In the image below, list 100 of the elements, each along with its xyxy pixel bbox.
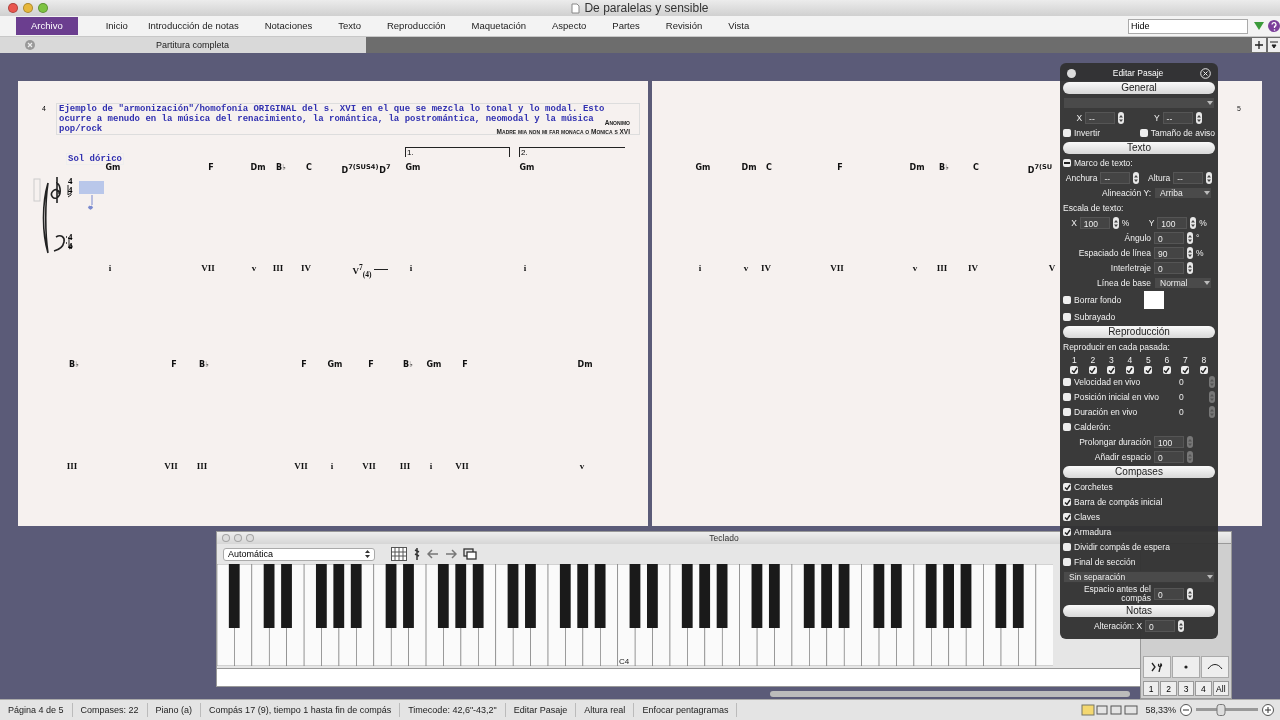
input-field[interactable]: 0: [1145, 620, 1176, 632]
ribbon-tab[interactable]: Partes: [612, 17, 640, 35]
ribbon-tab[interactable]: Maquetación: [471, 17, 526, 35]
checkbox[interactable]: [1063, 528, 1071, 536]
grid-icon[interactable]: [391, 547, 407, 561]
stepper-button[interactable]: [1133, 172, 1140, 184]
stepper-button[interactable]: [1190, 217, 1197, 229]
checkbox[interactable]: [1088, 366, 1097, 374]
checkbox[interactable]: [1063, 393, 1071, 401]
input-field[interactable]: 0: [1154, 232, 1184, 244]
stepper-button[interactable]: [1187, 247, 1193, 259]
keypad-layout-button[interactable]: 2: [1160, 681, 1177, 696]
dropdown[interactable]: Arriba: [1154, 187, 1212, 199]
checkbox[interactable]: [1181, 366, 1190, 374]
checkbox[interactable]: [1063, 378, 1071, 386]
stepper-button[interactable]: [1178, 620, 1185, 632]
ribbon-tab[interactable]: Reproducción: [386, 17, 446, 35]
menu-icon[interactable]: [1268, 38, 1280, 52]
input-field[interactable]: --: [1100, 172, 1131, 184]
windows-icon[interactable]: [463, 548, 477, 560]
stepper-button[interactable]: [1187, 232, 1193, 244]
stepper-button[interactable]: [1206, 172, 1213, 184]
section-header[interactable]: General: [1063, 82, 1215, 94]
close-icon[interactable]: [1200, 67, 1211, 79]
stepper-button[interactable]: [1187, 588, 1193, 600]
close-window-button[interactable]: [8, 3, 18, 13]
ribbon-tab[interactable]: Notaciones: [264, 17, 313, 35]
tie-key[interactable]: [1201, 656, 1229, 678]
status-item: Compás 17 (9), tiempo 1 hasta fin de compás: [201, 703, 401, 717]
checkbox[interactable]: [1144, 366, 1153, 374]
chord-symbol: Dm: [741, 163, 757, 172]
input-field[interactable]: 0: [1176, 391, 1206, 403]
input-field[interactable]: 0: [1154, 451, 1184, 463]
triangle-icon[interactable]: [1254, 22, 1264, 30]
slider-thumb[interactable]: [1216, 704, 1226, 716]
ribbon-tab[interactable]: Aspecto: [552, 17, 587, 35]
checkbox[interactable]: [1162, 366, 1171, 374]
ribbon-tab[interactable]: Vista: [728, 17, 750, 35]
keypad-layout-button[interactable]: 4: [1195, 681, 1212, 696]
zoom-window-button[interactable]: [38, 3, 48, 13]
piano-keyboard-drawing[interactable]: [217, 564, 1054, 666]
help-icon[interactable]: [1268, 20, 1280, 32]
ribbon-tab[interactable]: Introducción de notas: [147, 17, 239, 35]
rest-key[interactable]: [1143, 656, 1171, 678]
zoom-in-icon[interactable]: [1262, 704, 1274, 716]
input-field[interactable]: --: [1085, 112, 1116, 124]
input-field[interactable]: 100: [1154, 436, 1184, 448]
input-field[interactable]: --: [1173, 172, 1204, 184]
checkbox[interactable]: [1139, 129, 1148, 137]
roman-numeral: VII: [201, 263, 215, 273]
arrow-left-icon[interactable]: [427, 549, 439, 559]
ribbon-tab[interactable]: Revisión: [665, 17, 703, 35]
checkbox[interactable]: [1125, 366, 1134, 374]
mode-dropdown[interactable]: Automática: [223, 547, 375, 561]
keypad-layout-button[interactable]: 3: [1177, 681, 1195, 696]
arrow-right-icon[interactable]: [445, 549, 457, 559]
checkbox[interactable]: [1063, 558, 1071, 566]
input-field[interactable]: 0: [1176, 376, 1206, 388]
stepper-button[interactable]: [1195, 112, 1202, 124]
input-field[interactable]: 100: [1079, 217, 1110, 229]
checkbox[interactable]: [1063, 543, 1071, 551]
plus-icon[interactable]: [1252, 38, 1266, 52]
keypad-layout-button[interactable]: 1: [1143, 681, 1160, 696]
ribbon-tab[interactable]: Texto: [338, 17, 361, 35]
input-field[interactable]: 0: [1176, 406, 1206, 418]
checkbox[interactable]: [1063, 313, 1071, 321]
checkbox[interactable]: [1199, 366, 1208, 374]
checkbox[interactable]: [1063, 498, 1071, 506]
dropdown[interactable]: Sin separación: [1063, 571, 1215, 583]
section-header[interactable]: Texto: [1063, 142, 1215, 154]
input-field[interactable]: 90: [1154, 247, 1184, 259]
section-header[interactable]: Compases: [1063, 466, 1215, 478]
input-field[interactable]: 0: [1154, 262, 1184, 274]
scrollbar[interactable]: [770, 691, 1130, 697]
note-icon[interactable]: [413, 547, 421, 561]
dropdown[interactable]: Normal: [1154, 277, 1212, 289]
checkbox[interactable]: [1063, 483, 1071, 491]
stepper-button[interactable]: [1112, 217, 1119, 229]
checkbox[interactable]: [1063, 159, 1071, 167]
checkbox[interactable]: [1063, 296, 1071, 304]
keypad-layout-button[interactable]: All: [1212, 681, 1230, 696]
checkbox[interactable]: [1070, 366, 1079, 374]
input-field[interactable]: 100: [1157, 217, 1188, 229]
checkbox[interactable]: [1107, 366, 1116, 374]
checkbox[interactable]: [1063, 423, 1071, 431]
checkbox[interactable]: [1063, 129, 1071, 137]
section-header[interactable]: Reproducción: [1063, 326, 1215, 338]
input-field[interactable]: 0: [1154, 588, 1184, 600]
stepper-button[interactable]: [1118, 112, 1125, 124]
search-field[interactable]: Hide: [1128, 18, 1248, 34]
ribbon-tab[interactable]: Inicio: [105, 17, 128, 35]
section-header[interactable]: Notas: [1063, 605, 1215, 617]
stepper-button[interactable]: [1187, 262, 1193, 274]
zoom-out-icon[interactable]: [1180, 704, 1192, 716]
checkbox[interactable]: [1063, 513, 1071, 521]
dot-key[interactable]: [1172, 656, 1200, 678]
ribbon-tab[interactable]: Archivo: [16, 17, 78, 35]
input-field[interactable]: --: [1162, 112, 1193, 124]
checkbox[interactable]: [1063, 408, 1071, 416]
color-swatch[interactable]: [1144, 291, 1165, 309]
